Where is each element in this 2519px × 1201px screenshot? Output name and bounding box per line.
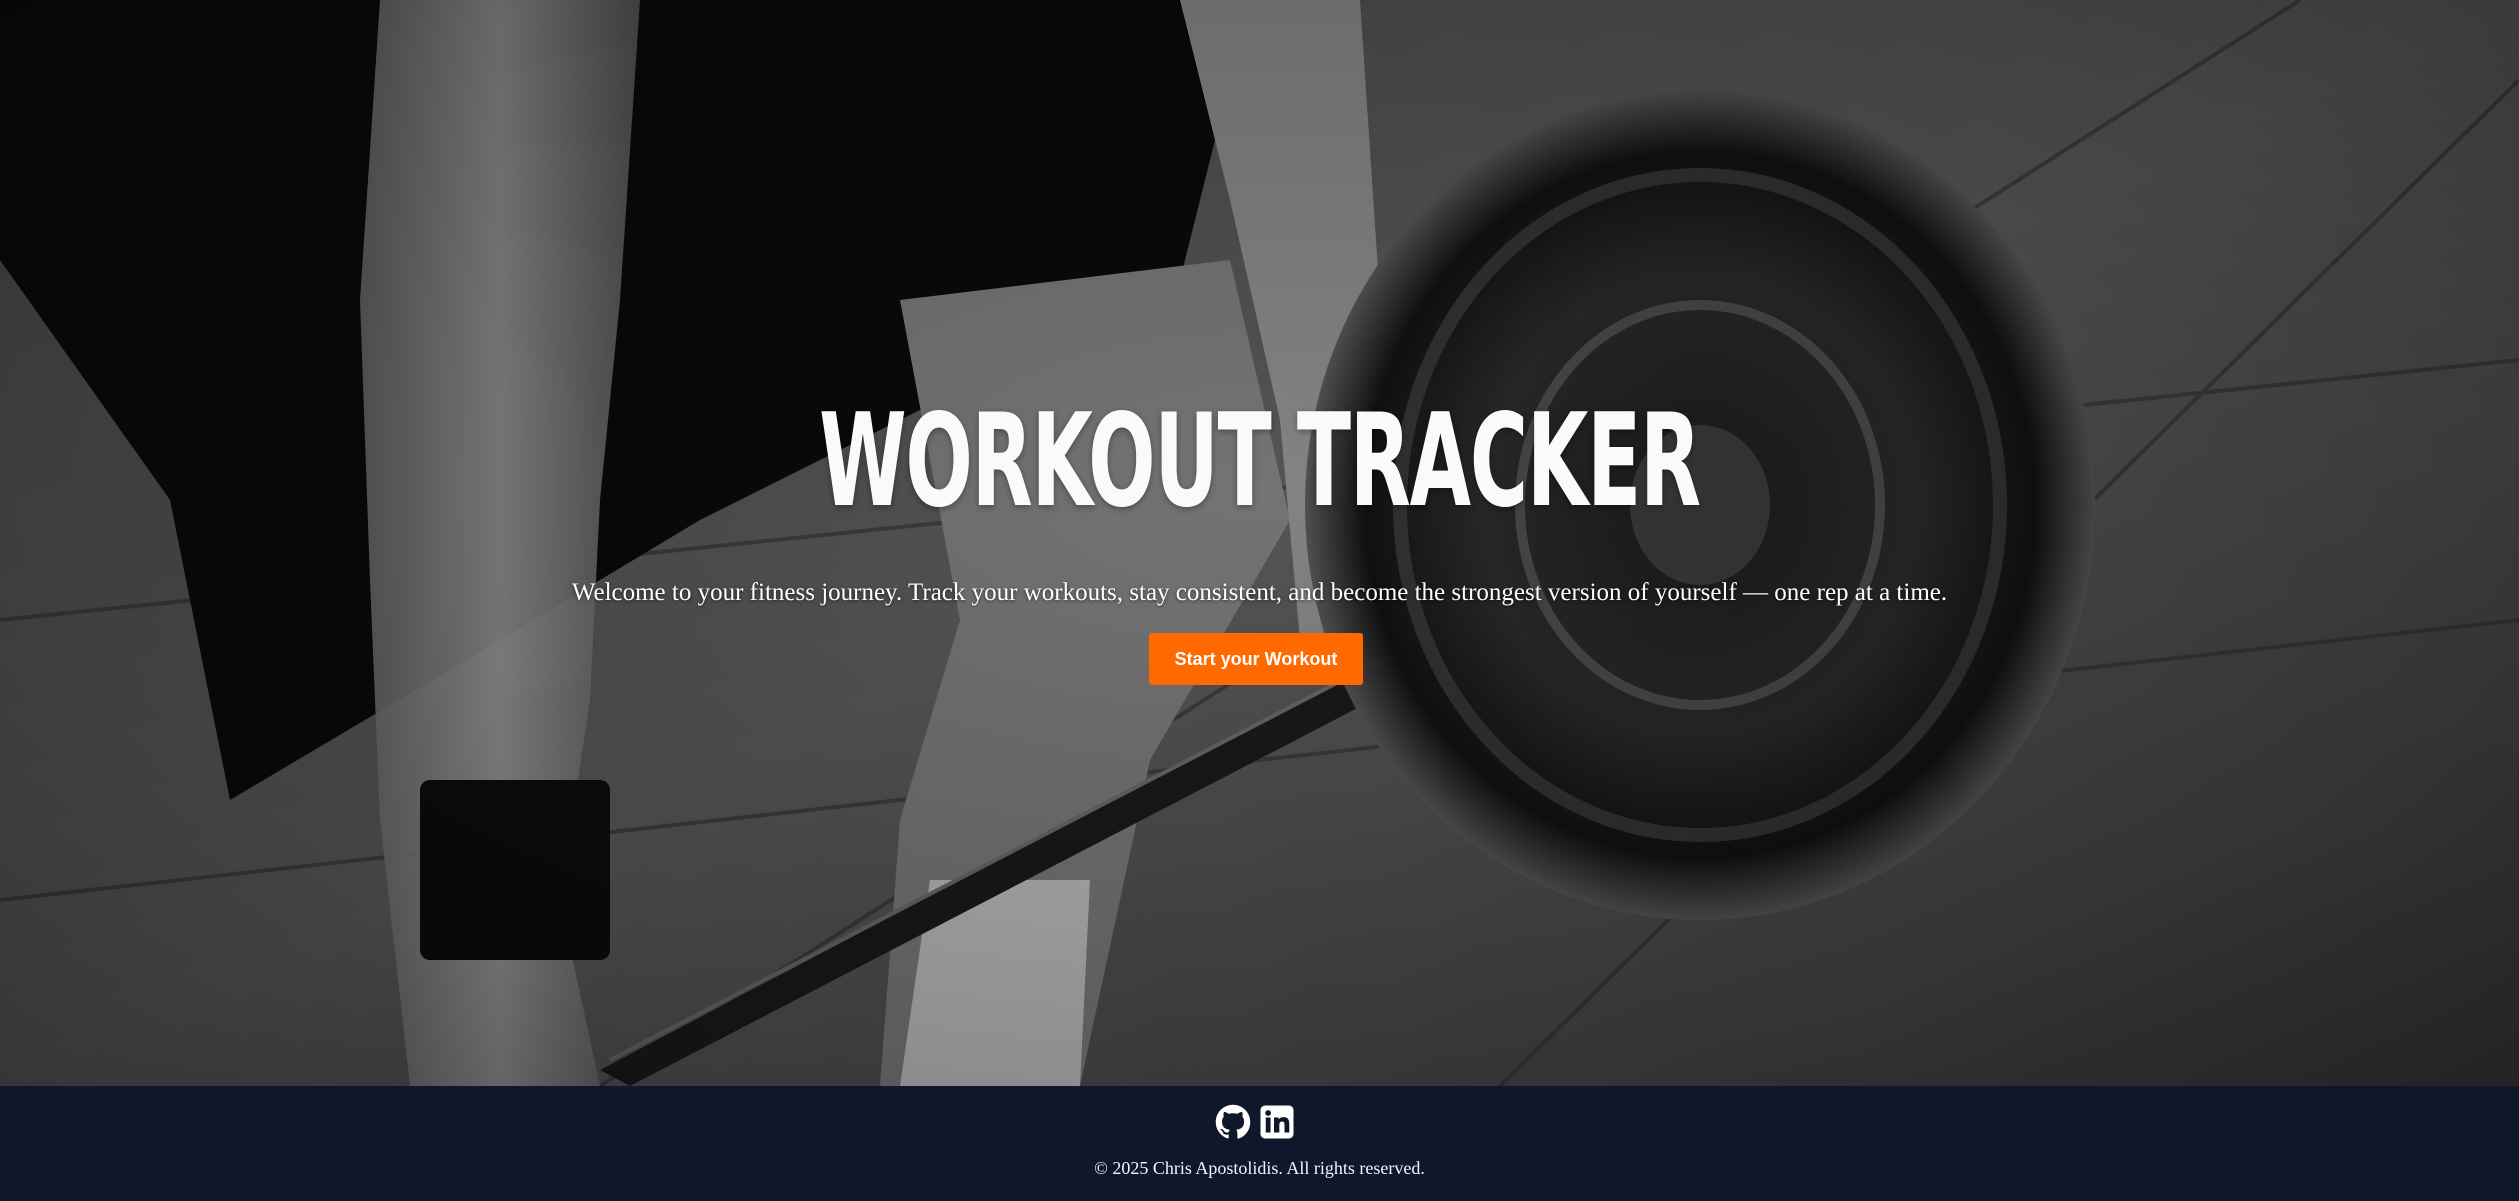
social-links [1215, 1104, 1305, 1142]
github-link[interactable] [1215, 1104, 1251, 1140]
page-title: WORKOUT TRACKER [819, 387, 1701, 536]
copyright-text: © 2025 Chris Apostolidis. All rights res… [1094, 1158, 1425, 1178]
linkedin-icon [1260, 1105, 1294, 1139]
github-icon [1215, 1104, 1251, 1139]
hero-section: WORKOUT TRACKER Welcome to your fitness … [0, 0, 2519, 1086]
start-workout-button[interactable]: Start your Workout [1149, 633, 1363, 685]
linkedin-link[interactable] [1259, 1104, 1295, 1140]
hero-subtitle: Welcome to your fitness journey. Track y… [571, 579, 1948, 606]
hero-content: WORKOUT TRACKER Welcome to your fitness … [0, 0, 2519, 1086]
